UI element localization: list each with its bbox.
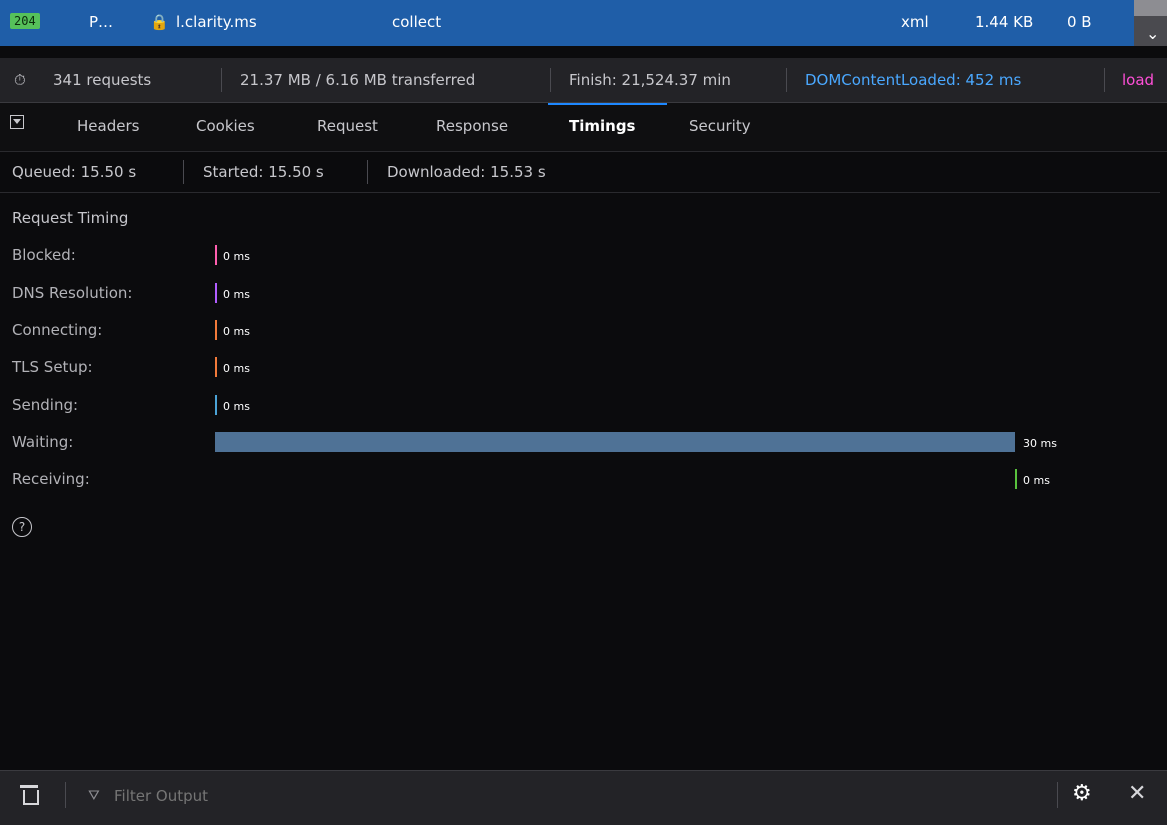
summary-requests: 341 requests: [53, 71, 152, 89]
timing-value-sending: 0 ms: [223, 400, 250, 413]
timing-tick-tls: [215, 357, 217, 377]
timing-label-connecting: Connecting:: [12, 321, 103, 339]
timing-value-tls: 0 ms: [223, 362, 250, 375]
timing-tick-blocked: [215, 245, 217, 265]
filter-output-input[interactable]: [86, 784, 1064, 808]
tab-headers[interactable]: Headers: [77, 117, 139, 135]
timing-bar-waiting: [215, 432, 1015, 452]
started-time: Started: 15.50 s: [203, 163, 324, 181]
timing-value-connecting: 0 ms: [223, 325, 250, 338]
timing-tick-sending: [215, 395, 217, 415]
tab-security[interactable]: Security: [689, 117, 751, 135]
timer-icon: ⏱: [14, 71, 26, 89]
timing-label-sending: Sending:: [12, 396, 79, 414]
request-type: xml: [901, 13, 929, 31]
request-domain: l.clarity.ms: [176, 13, 257, 31]
tab-cookies[interactable]: Cookies: [196, 117, 255, 135]
timing-tick-receiving: [1015, 469, 1017, 489]
timing-label-waiting: Waiting:: [12, 433, 74, 451]
tab-timings[interactable]: Timings: [569, 117, 636, 135]
timing-label-tls: TLS Setup:: [12, 358, 93, 376]
request-file: collect: [392, 13, 442, 31]
details-tab-bar: Headers Cookies Request Response Timings…: [0, 103, 1167, 152]
timing-value-receiving: 0 ms: [1023, 474, 1050, 487]
toggle-panel-icon[interactable]: [10, 115, 24, 129]
timing-tick-dns: [215, 283, 217, 303]
tab-response[interactable]: Response: [436, 117, 508, 135]
selected-request-row[interactable]: 204 P… 🔒 l.clarity.ms collect xml 1.44 K…: [0, 0, 1134, 46]
timing-summary: Queued: 15.50 s Started: 15.50 s Downloa…: [0, 152, 1160, 193]
request-timing-title: Request Timing: [12, 209, 129, 227]
request-size: 0 B: [1067, 13, 1092, 31]
active-tab-indicator: [548, 103, 667, 105]
summary-finish: Finish: 21,524.37 min: [569, 71, 731, 89]
request-method: P…: [89, 13, 114, 31]
request-transferred: 1.44 KB: [975, 13, 1034, 31]
summary-dom-content-loaded: DOMContentLoaded: 452 ms: [805, 71, 1022, 89]
network-summary-bar: ⏱ 341 requests 21.37 MB / 6.16 MB transf…: [0, 58, 1167, 103]
timing-tick-connecting: [215, 320, 217, 340]
summary-load: load: [1122, 71, 1155, 89]
timing-value-waiting: 30 ms: [1023, 437, 1057, 450]
lock-icon: 🔒: [150, 13, 169, 31]
summary-size: 21.37 MB / 6.16 MB transferred: [240, 71, 476, 89]
close-icon[interactable]: ✕: [1128, 781, 1146, 806]
timing-label-dns: DNS Resolution:: [12, 284, 133, 302]
status-badge: 204: [10, 13, 40, 29]
queued-time: Queued: 15.50 s: [12, 163, 137, 181]
timing-value-dns: 0 ms: [223, 288, 250, 301]
downloaded-time: Downloaded: 15.53 s: [387, 163, 546, 181]
chevron-down-icon[interactable]: ⌄: [1146, 24, 1159, 43]
help-icon[interactable]: ?: [12, 517, 32, 537]
tab-request[interactable]: Request: [317, 117, 378, 135]
gear-icon[interactable]: ⚙: [1072, 781, 1092, 806]
timing-label-receiving: Receiving:: [12, 470, 90, 488]
trash-icon[interactable]: [20, 785, 39, 805]
timing-value-blocked: 0 ms: [223, 250, 250, 263]
timing-label-blocked: Blocked:: [12, 246, 76, 264]
